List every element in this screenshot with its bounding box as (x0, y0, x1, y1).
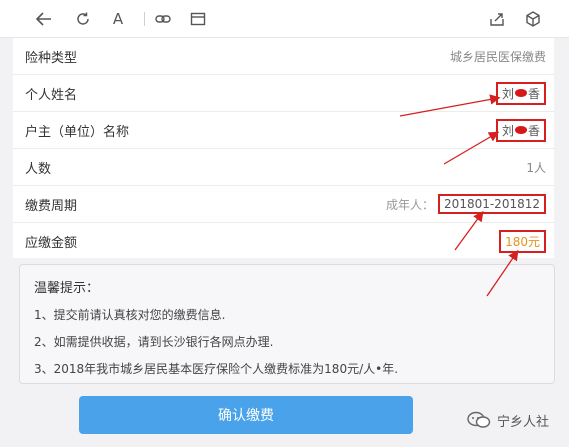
annotation-arrow-3 (454, 210, 484, 251)
annotation-arrows (399, 94, 519, 297)
annotation-arrow-1 (399, 94, 501, 117)
annotation-arrow-4 (486, 249, 519, 297)
annotation-arrow-2 (443, 131, 500, 165)
